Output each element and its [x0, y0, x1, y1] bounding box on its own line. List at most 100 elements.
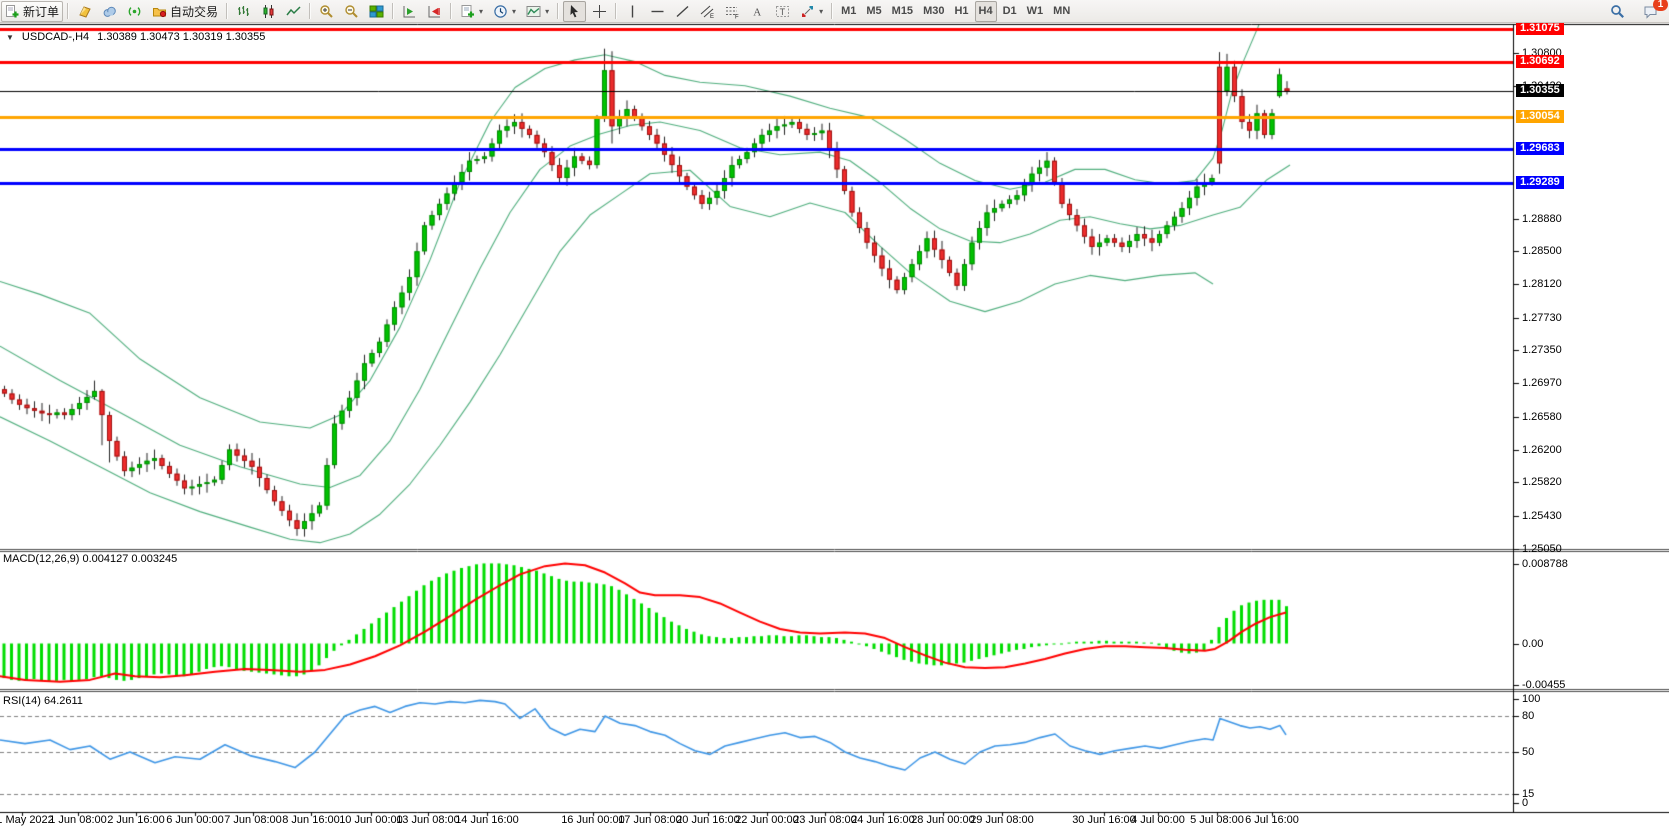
new-chart-button[interactable]: ▾: [456, 1, 487, 22]
zoom-out-icon: [344, 4, 359, 19]
vline-icon: [625, 4, 640, 19]
tf-h1-button[interactable]: H1: [950, 1, 972, 22]
yellow-diamond-icon: [77, 4, 92, 19]
line-button[interactable]: [282, 1, 305, 22]
label-icon: T: [775, 4, 790, 19]
cursor-button[interactable]: [563, 1, 586, 22]
dropdown-caret-icon: ▾: [512, 7, 516, 16]
market-watch-button[interactable]: [73, 1, 96, 22]
trendline-icon: [675, 4, 690, 19]
channel-icon: E: [700, 4, 715, 19]
text-icon: A: [750, 4, 765, 19]
price-line-badge: 1.30355: [1516, 84, 1564, 97]
button-label: M15: [892, 5, 913, 17]
dropdown-caret-icon: ▾: [819, 7, 823, 16]
cursor-icon: [567, 4, 582, 19]
autotrading-button[interactable]: 自动交易: [148, 1, 222, 22]
tf-m15-button[interactable]: M15: [888, 1, 917, 22]
candles-button[interactable]: [257, 1, 280, 22]
button-label: M30: [923, 5, 944, 17]
rsi-indicator-label: RSI(14) 64.2611: [3, 695, 83, 707]
tf-mn-button[interactable]: MN: [1049, 1, 1074, 22]
toolbar-separator: [831, 3, 833, 19]
notification-badge: 1: [1653, 0, 1668, 11]
arrows-tool-button[interactable]: ▾: [796, 1, 827, 22]
notifications-button[interactable]: 1: [1639, 1, 1662, 22]
date-tick-label: 14 Jun 16:00: [442, 814, 532, 826]
toolbar-separator: [309, 3, 311, 19]
tf-m5-button[interactable]: M5: [862, 1, 885, 22]
price-tick-label: 1.26580: [1522, 411, 1562, 423]
vline-tool-button[interactable]: [621, 1, 644, 22]
label-tool-button[interactable]: T: [771, 1, 794, 22]
signals-button[interactable]: [123, 1, 146, 22]
trendline-tool-button[interactable]: [671, 1, 694, 22]
crosshair-button[interactable]: [588, 1, 611, 22]
period-menu-button[interactable]: ▾: [489, 1, 520, 22]
zoom-in-button[interactable]: [315, 1, 338, 22]
button-label: W1: [1027, 5, 1044, 17]
bar-chart-icon: [236, 4, 251, 19]
price-tick-label: 1.26200: [1522, 444, 1562, 456]
new-order-icon: [5, 4, 20, 19]
tf-d1-button[interactable]: D1: [999, 1, 1021, 22]
fibonacci-tool-button[interactable]: F: [721, 1, 744, 22]
search-icon: [1610, 4, 1625, 19]
price-line-badge: 1.31075: [1516, 22, 1564, 35]
crosshair-icon: [592, 4, 607, 19]
button-label: MN: [1053, 5, 1070, 17]
search-button[interactable]: [1606, 1, 1629, 22]
bars-button[interactable]: [232, 1, 255, 22]
line-chart-icon: [286, 4, 301, 19]
price-tick-label: 1.25050: [1522, 543, 1562, 555]
macd-indicator-label: MACD(12,26,9) 0.004127 0.003245: [3, 553, 177, 565]
tf-m1-button[interactable]: M1: [837, 1, 860, 22]
price-tick-label: 1.28120: [1522, 278, 1562, 290]
dropdown-caret-icon: ▾: [479, 7, 483, 16]
date-tick-label: 6 Jul 16:00: [1227, 814, 1317, 826]
candle-chart-icon: [261, 4, 276, 19]
tf-w1-button[interactable]: W1: [1023, 1, 1048, 22]
pane-separator-macd[interactable]: [0, 548, 1513, 553]
zoom-out-button[interactable]: [340, 1, 363, 22]
step-forward-button[interactable]: [398, 1, 421, 22]
fibo-icon: F: [725, 4, 740, 19]
tf-m30-button[interactable]: M30: [919, 1, 948, 22]
toolbar: 新订单 自动交易 ▾ ▾ ▾ E F AT ▾ M1 M5 M15 M30 H1H4D1 W1 MN 1: [0, 0, 1669, 23]
svg-text:E: E: [710, 14, 714, 19]
chart-canvas[interactable]: [0, 0, 1669, 826]
channel-tool-button[interactable]: E: [696, 1, 719, 22]
chevron-down-icon[interactable]: ▼: [6, 33, 14, 42]
tile-windows-button[interactable]: [365, 1, 388, 22]
macd-tick-label: -0.00455: [1522, 679, 1565, 691]
chart-title: ▼ USDCAD-,H4 1.30389 1.30473 1.30319 1.3…: [6, 31, 265, 43]
price-tick-label: 1.28500: [1522, 245, 1562, 257]
price-line-badge: 1.29289: [1516, 176, 1564, 189]
price-line-badge: 1.29683: [1516, 142, 1564, 155]
data-window-button[interactable]: [98, 1, 121, 22]
rsi-tick-label: 100: [1522, 693, 1540, 705]
hline-tool-button[interactable]: [646, 1, 669, 22]
button-label: M5: [866, 5, 881, 17]
indicators-button[interactable]: ▾: [522, 1, 553, 22]
date-tick-label: 29 Jun 08:00: [957, 814, 1047, 826]
text-tool-button[interactable]: A: [746, 1, 769, 22]
pane-separator-rsi[interactable]: [0, 688, 1513, 693]
toolbar-separator: [226, 3, 228, 19]
button-label: M1: [841, 5, 856, 17]
indicators-icon: [526, 4, 541, 19]
new-order-button[interactable]: 新订单: [1, 1, 63, 22]
dropdown-caret-icon: ▾: [545, 7, 549, 16]
price-tick-label: 1.27730: [1522, 312, 1562, 324]
chart-symbol-period: USDCAD-,H4: [22, 31, 89, 43]
tile-windows-icon: [369, 4, 384, 19]
tf-h4-button[interactable]: H4: [975, 1, 997, 22]
macd-tick-label: 0.00: [1522, 638, 1543, 650]
toolbar-separator: [67, 3, 69, 19]
price-tick-label: 1.25430: [1522, 510, 1562, 522]
zoom-in-icon: [319, 4, 334, 19]
new-chart-icon: [460, 4, 475, 19]
hline-icon: [650, 4, 665, 19]
svg-text:F: F: [735, 14, 739, 19]
step-back-button[interactable]: [423, 1, 446, 22]
